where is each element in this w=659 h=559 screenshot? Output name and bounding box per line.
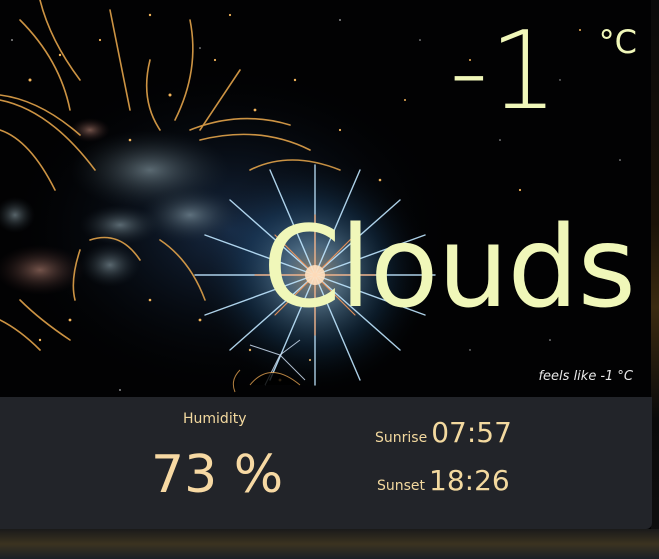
sunrise-row: Sunrise 07:57 <box>375 416 512 449</box>
sunrise-label: Sunrise <box>375 430 428 446</box>
desktop-edge-strip <box>651 0 659 559</box>
weather-widget: -1 °C Clouds feels like -1 °C Humidity 73… <box>0 0 659 559</box>
temperature-unit: °C <box>598 23 637 61</box>
details-panel: Humidity 73 % Sunrise 07:57 Sunset 18:26 <box>0 397 652 529</box>
feels-like-value: -1 °C <box>600 369 633 384</box>
feels-like-label: feels like <box>538 369 597 384</box>
humidity-label: Humidity <box>183 411 247 427</box>
desktop-bottom-strip <box>0 529 659 559</box>
sunset-label: Sunset <box>377 478 426 494</box>
sunset-row: Sunset 18:26 <box>377 464 510 497</box>
humidity-value: 73 % <box>151 445 284 505</box>
feels-like-text: feels like -1 °C <box>538 369 637 384</box>
sunrise-time: 07:57 <box>431 416 512 449</box>
weather-condition: Clouds <box>262 203 636 333</box>
sunset-time: 18:26 <box>429 464 510 497</box>
temperature-value: -1 <box>449 9 559 134</box>
